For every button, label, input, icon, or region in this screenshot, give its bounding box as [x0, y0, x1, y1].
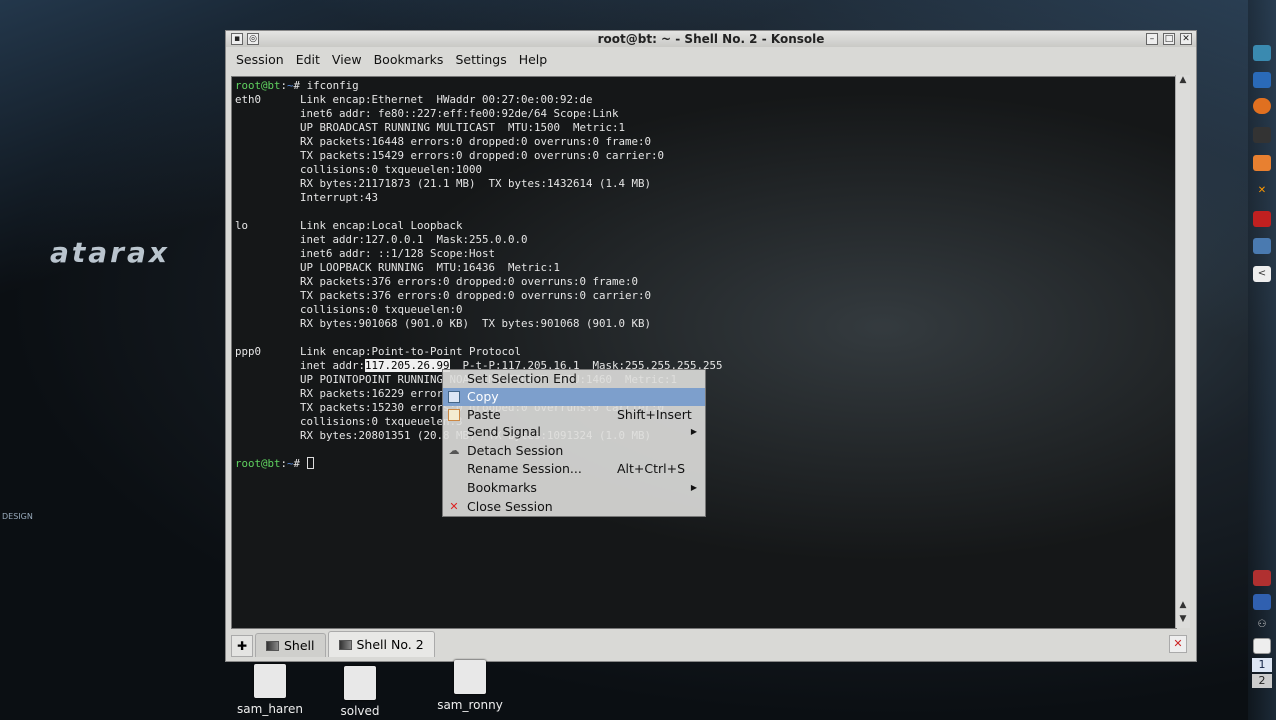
- menu-bookmarks[interactable]: Bookmarks: [368, 52, 450, 67]
- x-tool-icon[interactable]: ✕: [1253, 183, 1271, 199]
- terminal-icon: [338, 639, 352, 650]
- output-line: TX packets:376 errors:0 dropped:0 overru…: [235, 289, 652, 302]
- desktop-icon-solved[interactable]: solved: [315, 666, 405, 718]
- side-panel: ✕ < ⚇ 1 2: [1248, 0, 1276, 720]
- konsole-window: ▪ ◎ root@bt: ~ - Shell No. 2 - Konsole –…: [225, 30, 1197, 662]
- document-icon: [454, 660, 486, 694]
- output-line: UP BROADCAST RUNNING MULTICAST MTU:1500 …: [235, 121, 626, 134]
- menu-item-set-selection-end[interactable]: Set Selection End: [443, 370, 705, 388]
- menu-item-send-signal[interactable]: Send Signal ▶: [443, 423, 705, 441]
- mail-icon[interactable]: [1253, 594, 1271, 610]
- scroll-up-arrow-bottom[interactable]: ▲: [1176, 600, 1190, 614]
- wallpaper-logo: atarax: [50, 236, 170, 269]
- output-line: UP LOOPBACK RUNNING MTU:16436 Metric:1: [235, 261, 561, 274]
- wallpaper-credit: DESIGN: [2, 512, 33, 521]
- close-tab-button[interactable]: ✕: [1169, 635, 1187, 653]
- network-icon[interactable]: [1253, 45, 1271, 61]
- output-line: RX bytes:21171873 (21.1 MB) TX bytes:143…: [235, 177, 652, 190]
- output-line: inet addr:127.0.0.1 Mask:255.0.0.0: [235, 233, 528, 246]
- desktop-icon-sam-haren[interactable]: sam_haren: [225, 664, 315, 716]
- menu-item-close-session[interactable]: ✕ Close Session: [443, 498, 705, 516]
- app-icon[interactable]: [1253, 155, 1271, 171]
- tab-shell-no-2[interactable]: Shell No. 2: [327, 631, 435, 657]
- terminal-area[interactable]: root@bt:~# ifconfig eth0 Link encap:Ethe…: [231, 76, 1177, 629]
- close-icon: ✕: [449, 500, 459, 513]
- submenu-arrow-icon: ▶: [690, 483, 697, 492]
- red-app-icon[interactable]: [1253, 211, 1271, 227]
- firefox-icon[interactable]: [1253, 98, 1271, 114]
- copy-icon: [448, 391, 460, 403]
- minimize-button[interactable]: –: [1146, 33, 1158, 45]
- menu-bar: Session Edit View Bookmarks Settings Hel…: [226, 47, 1196, 71]
- document-icon: [344, 666, 376, 700]
- keyboard-layout-us-icon[interactable]: [1253, 570, 1271, 586]
- output-line: RX packets:376 errors:0 dropped:0 overru…: [235, 275, 639, 288]
- output-line: inet addr:117.205.26.99 P-t-P:117.205.16…: [235, 359, 723, 372]
- window-title: root@bt: ~ - Shell No. 2 - Konsole: [597, 32, 825, 46]
- tab-bar: ✚ Shell Shell No. 2: [231, 631, 1171, 657]
- prompt-line: root@bt:~# ifconfig: [235, 79, 359, 92]
- ppp0-inet-rest: P-t-P:117.205.16.1 Mask:255.255.255.255: [449, 359, 723, 372]
- pager-desktop-2[interactable]: 2: [1252, 674, 1272, 688]
- collapse-panel-icon[interactable]: <: [1253, 266, 1271, 282]
- show-desktop-icon[interactable]: [1253, 638, 1271, 654]
- title-bar[interactable]: ▪ ◎ root@bt: ~ - Shell No. 2 - Konsole –…: [226, 31, 1196, 47]
- output-line: RX packets:16448 errors:0 dropped:0 over…: [235, 135, 652, 148]
- window-menu-icon[interactable]: ▪: [231, 33, 243, 45]
- menu-item-detach-session[interactable]: ☁ Detach Session: [443, 442, 705, 460]
- menu-item-bookmarks[interactable]: Bookmarks ▶: [443, 479, 705, 497]
- output-line: Interrupt:43: [235, 191, 379, 204]
- terminal-icon[interactable]: [1253, 127, 1271, 143]
- output-line: inet6 addr: ::1/128 Scope:Host: [235, 247, 496, 260]
- output-line: ppp0 Link encap:Point-to-Point Protocol: [235, 345, 522, 358]
- pager-desktop-1[interactable]: 1: [1252, 658, 1272, 672]
- output-line: collisions:0 txqueuelen:0: [235, 303, 463, 316]
- vertical-scrollbar[interactable]: ▲ ▲ ▼: [1175, 75, 1190, 628]
- menu-item-copy[interactable]: Copy: [443, 388, 705, 406]
- submenu-arrow-icon: ▶: [690, 427, 697, 436]
- terminal-icon: [266, 640, 279, 651]
- output-line: collisions:0 txqueuelen:1000: [235, 163, 483, 176]
- menu-help[interactable]: Help: [513, 52, 554, 67]
- menu-item-paste[interactable]: Paste Shift+Insert: [443, 406, 705, 424]
- cube-icon[interactable]: [1253, 238, 1271, 254]
- paste-icon: [448, 409, 460, 421]
- maximize-button[interactable]: □: [1163, 33, 1175, 45]
- menu-item-rename-session[interactable]: Rename Session... Alt+Ctrl+S: [443, 460, 705, 478]
- output-line: TX packets:15429 errors:0 dropped:0 over…: [235, 149, 665, 162]
- document-icon: [254, 664, 286, 698]
- new-tab-button[interactable]: ✚: [231, 635, 253, 657]
- close-button[interactable]: ✕: [1180, 33, 1192, 45]
- desktop-icon-sam-ronny[interactable]: sam_ronny: [425, 660, 515, 712]
- menu-session[interactable]: Session: [230, 52, 290, 67]
- menu-view[interactable]: View: [326, 52, 368, 67]
- output-line: inet6 addr: fe80::227:eff:fe00:92de/64 S…: [235, 107, 619, 120]
- output-line: eth0 Link encap:Ethernet HWaddr 00:27:0e…: [235, 93, 593, 106]
- tab-shell[interactable]: Shell: [255, 633, 326, 657]
- output-line: lo Link encap:Local Loopback: [235, 219, 463, 232]
- monitor-icon[interactable]: [1253, 72, 1271, 88]
- detach-icon: ☁: [448, 444, 460, 457]
- network-manager-icon[interactable]: ⚇: [1253, 617, 1271, 633]
- menu-settings[interactable]: Settings: [449, 52, 512, 67]
- output-line: RX bytes:901068 (901.0 KB) TX bytes:9010…: [235, 317, 652, 330]
- context-menu: Set Selection End Copy Paste Shift+Insert…: [442, 369, 706, 517]
- scroll-up-arrow[interactable]: ▲: [1176, 75, 1190, 89]
- selected-text: 117.205.26.99: [365, 359, 450, 372]
- command-text: ifconfig: [306, 79, 359, 92]
- pin-icon[interactable]: ◎: [247, 33, 259, 45]
- cursor: [306, 457, 314, 469]
- scroll-down-arrow[interactable]: ▼: [1176, 614, 1190, 628]
- menu-edit[interactable]: Edit: [290, 52, 326, 67]
